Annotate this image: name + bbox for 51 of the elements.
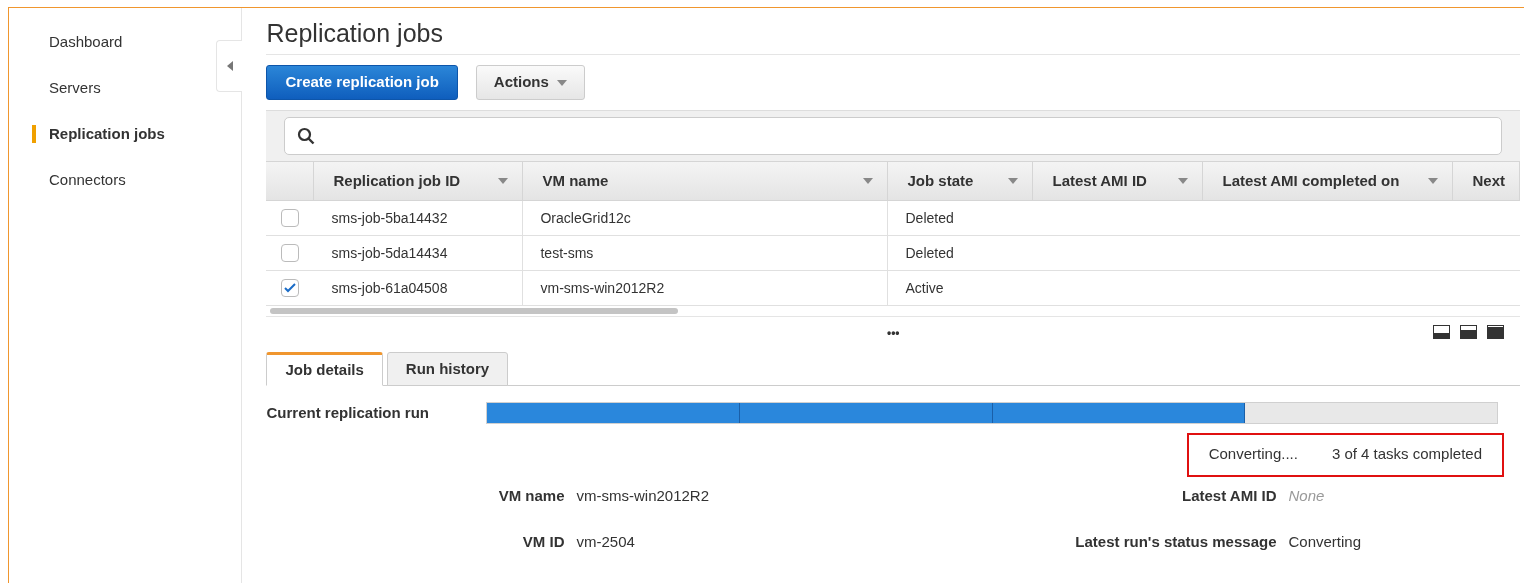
column-header[interactable]: VM name: [523, 162, 889, 200]
panel-layout-icon[interactable]: [1460, 325, 1477, 339]
page-title: Replication jobs: [266, 18, 1520, 55]
current-run-label: Current replication run: [266, 403, 430, 423]
resize-handle[interactable]: •••: [886, 326, 900, 339]
caret-icon: [1428, 178, 1439, 184]
column-header[interactable]: Latest AMI completed on: [1203, 162, 1454, 200]
table-cell-text: OracleGrid12c: [540, 208, 631, 228]
row-checkbox[interactable]: [281, 279, 300, 297]
caret-icon: [556, 79, 567, 86]
table-cell-text: Active: [905, 278, 944, 298]
sidebar-item[interactable]: Replication jobs: [49, 122, 165, 146]
column-header[interactable]: Job state: [888, 162, 1034, 200]
table-cell-text: sms-job-5ba14432: [331, 208, 448, 228]
caret-icon: [1178, 178, 1189, 184]
table-cell-text: Deleted: [905, 208, 954, 228]
panel-layout-icon[interactable]: [1487, 325, 1504, 339]
detail-value: vm-sms-win2012R2: [575, 485, 711, 506]
caret-icon: [863, 178, 874, 184]
panel-layout-icon[interactable]: [1433, 325, 1450, 339]
tab[interactable]: Run history: [386, 352, 509, 386]
tasks-count: 3 of 4 tasks completed: [1331, 444, 1482, 465]
table-cell-text: sms-job-61a04508: [331, 278, 448, 298]
tab[interactable]: Job details: [266, 352, 383, 386]
detail-label: VM ID: [521, 532, 565, 552]
sidebar-item[interactable]: Dashboard: [49, 30, 123, 54]
detail-label: Latest run's status message: [1074, 532, 1277, 552]
table-cell-text: Deleted: [905, 243, 954, 263]
detail-value: Converting: [1287, 532, 1363, 552]
table-cell-text: test-sms: [540, 243, 594, 263]
sidebar-item[interactable]: Connectors: [49, 168, 126, 192]
caret-icon: [498, 178, 509, 184]
create-replication-job-button[interactable]: Create replication job: [266, 65, 458, 100]
caret-left-icon: [227, 61, 233, 71]
detail-label: Latest AMI ID: [1181, 485, 1277, 506]
search-field[interactable]: [284, 117, 1502, 155]
column-header[interactable]: Next: [1453, 162, 1520, 200]
table-cell-text: vm-sms-win2012R2: [540, 278, 665, 298]
detail-value: vm-2504: [575, 532, 636, 552]
table-cell-text: sms-job-5da14434: [331, 243, 448, 263]
search-icon: [297, 127, 316, 145]
sidebar-item[interactable]: Servers: [49, 76, 101, 100]
row-checkbox[interactable]: [281, 209, 300, 227]
column-header[interactable]: Replication job ID: [314, 162, 524, 200]
actions-button[interactable]: Actions: [475, 65, 585, 100]
status-text: Converting....: [1208, 444, 1298, 465]
detail-label: VM name: [497, 485, 565, 506]
column-header[interactable]: Latest AMI ID: [1033, 162, 1204, 200]
caret-icon: [1008, 178, 1019, 184]
detail-value: None: [1287, 485, 1326, 506]
row-checkbox[interactable]: [281, 244, 300, 262]
